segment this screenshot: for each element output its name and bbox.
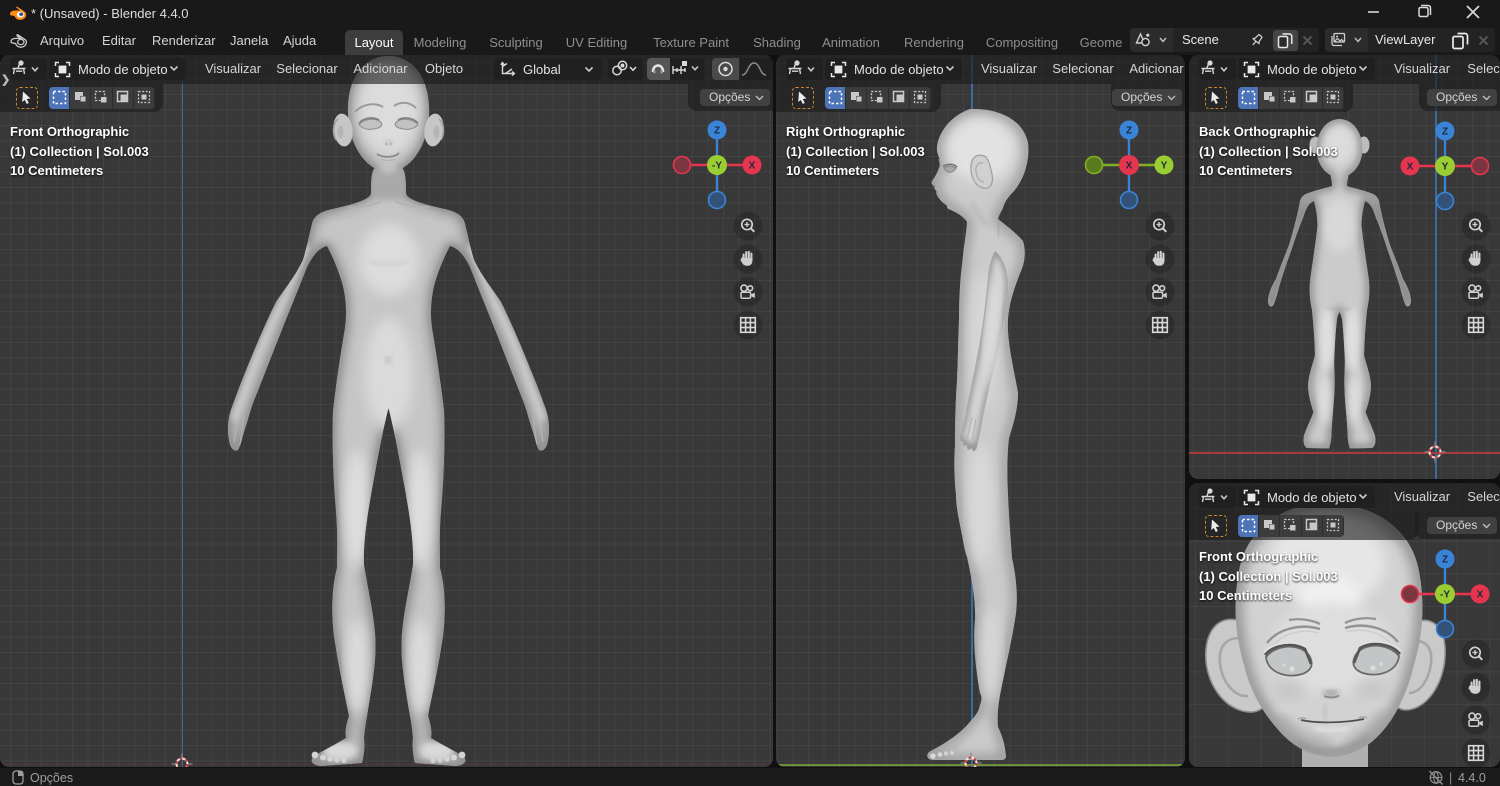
svg-text:X: X — [1406, 161, 1413, 172]
svg-text:-Y: -Y — [1440, 589, 1450, 600]
svg-text:Y: Y — [1161, 161, 1168, 172]
svg-text:Z: Z — [714, 126, 720, 137]
svg-text:Y: Y — [1441, 161, 1448, 172]
svg-text:-Y: -Y — [712, 161, 722, 172]
svg-text:X: X — [1126, 161, 1133, 172]
svg-text:Z: Z — [1441, 126, 1447, 137]
svg-text:Z: Z — [1442, 554, 1448, 565]
svg-text:Z: Z — [1126, 126, 1132, 137]
svg-text:X: X — [1477, 589, 1484, 600]
svg-text:X: X — [749, 161, 756, 172]
